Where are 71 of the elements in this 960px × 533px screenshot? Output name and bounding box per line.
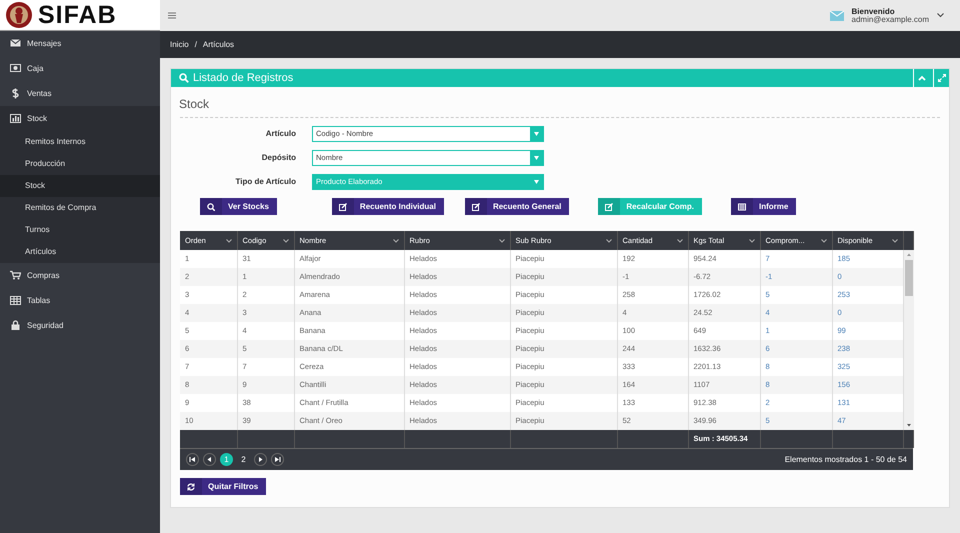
table-icon xyxy=(10,295,21,306)
sidebar-subitem[interactable]: Artículos xyxy=(0,241,160,263)
next-icon xyxy=(257,457,264,462)
chevron-down-icon xyxy=(282,238,288,242)
sidebar-item[interactable]: Stock xyxy=(0,106,160,131)
refresh-icon xyxy=(187,482,195,490)
chevron-down-icon xyxy=(676,238,682,242)
expand-icon xyxy=(938,74,946,82)
search-icon xyxy=(207,202,215,210)
envelope-icon xyxy=(10,38,21,49)
sidebar-subitem[interactable]: Remitos de Compra xyxy=(0,197,160,219)
search-icon xyxy=(179,73,189,83)
chevron-up-icon xyxy=(918,75,926,81)
sidebar-subitem[interactable]: Turnos xyxy=(0,219,160,241)
action-button[interactable]: Recuento Individual xyxy=(332,198,444,215)
chevron-down-icon xyxy=(748,238,754,242)
sidebar-item[interactable]: Tablas xyxy=(0,288,160,313)
previous-page-button[interactable] xyxy=(203,453,216,466)
sidebar-item[interactable]: Caja xyxy=(0,56,160,81)
breadcrumb-link[interactable]: Artículos xyxy=(202,38,234,50)
panel-title: Listado de Registros xyxy=(193,70,294,86)
lock-icon xyxy=(10,320,21,331)
sidebar-item[interactable]: Seguridad xyxy=(0,313,160,338)
first-page-icon xyxy=(189,457,196,462)
chevron-down-icon[interactable] xyxy=(937,13,944,18)
cart-icon xyxy=(10,270,21,281)
edit-icon xyxy=(338,202,347,210)
mail-icon xyxy=(830,10,844,20)
field-label: Artículo xyxy=(264,128,296,140)
caret-icon xyxy=(534,132,539,136)
action-button[interactable]: Ver Stocks xyxy=(200,198,277,215)
breadcrumb-separator: / xyxy=(194,38,197,50)
dollar-icon xyxy=(10,88,21,99)
logo-text: SIFAB xyxy=(38,2,117,28)
sidebar-subitem[interactable]: Producción xyxy=(0,153,160,175)
chevron-down-icon xyxy=(892,238,898,242)
sidebar-subitem[interactable]: Remitos Internos xyxy=(0,131,160,153)
next-page-button[interactable] xyxy=(254,453,267,466)
sidebar-item[interactable]: Mensajes xyxy=(0,31,160,56)
edit-icon xyxy=(605,202,614,210)
action-button[interactable]: Recuento General xyxy=(464,198,570,215)
caret-icon xyxy=(534,156,539,160)
menu-icon[interactable] xyxy=(168,12,176,19)
chevron-down-icon xyxy=(498,238,504,242)
first-page-button[interactable] xyxy=(186,453,199,466)
previous-icon xyxy=(206,457,213,462)
field-label: Depósito xyxy=(260,152,296,164)
action-button[interactable]: Informe xyxy=(730,198,796,215)
chevron-down-icon xyxy=(820,238,826,242)
money-icon xyxy=(10,63,21,74)
bar-chart-icon xyxy=(10,113,21,124)
sidebar-item[interactable]: Ventas xyxy=(0,81,160,106)
greeting-text: Bienvenido xyxy=(852,8,896,16)
field-label: Tipo de Artículo xyxy=(234,176,296,188)
table-icon xyxy=(738,202,746,210)
logo-icon xyxy=(4,1,34,29)
chevron-down-icon xyxy=(392,238,398,242)
sidebar-subitem[interactable]: Stock xyxy=(0,175,160,197)
sidebar-item[interactable]: Compras xyxy=(0,263,160,288)
edit-icon xyxy=(472,202,480,210)
page-button[interactable]: 2 xyxy=(237,453,250,466)
section-heading: Stock xyxy=(178,96,210,113)
clear-filters-button[interactable]: Quitar Filtros xyxy=(180,478,266,495)
user-email: admin@example.com xyxy=(852,16,929,24)
last-page-button[interactable] xyxy=(271,453,284,466)
chevron-down-icon xyxy=(226,238,232,242)
breadcrumb-link[interactable]: Inicio xyxy=(170,38,189,50)
last-page-icon xyxy=(274,457,281,462)
pager-info: Elementos mostrados 1 - 50 de 54 xyxy=(784,454,907,466)
caret-icon xyxy=(534,180,539,184)
chevron-down-icon xyxy=(606,238,612,242)
